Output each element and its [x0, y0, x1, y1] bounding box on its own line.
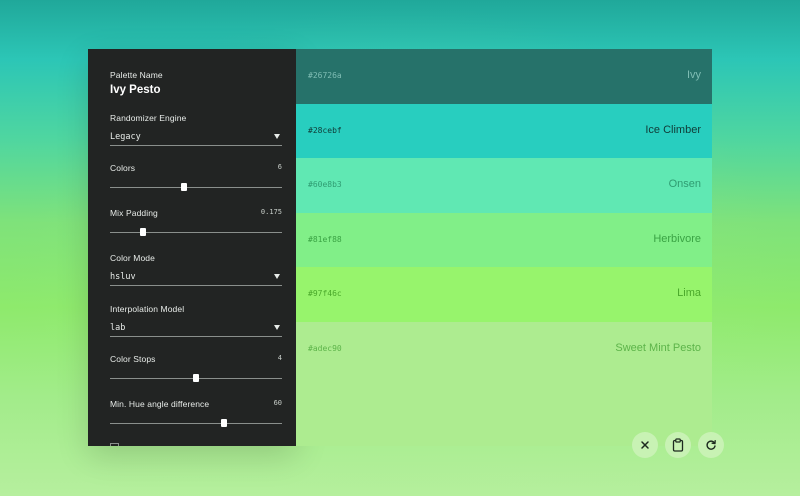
mix-padding-label: Mix Padding	[110, 208, 158, 218]
clipboard-icon	[672, 438, 684, 452]
swatch-name: Ice Climber	[645, 123, 701, 136]
randomizer-engine-label: Randomizer Engine	[110, 113, 187, 123]
chevron-down-icon	[274, 274, 280, 279]
copy-button[interactable]	[665, 432, 691, 458]
interpolation-model-select[interactable]: lab	[110, 320, 282, 337]
swatch[interactable]: #81ef88 Herbivore	[296, 212, 712, 268]
mix-padding-value: 0.175	[260, 208, 282, 216]
colors-field: Colors 6	[110, 163, 282, 193]
hue-angle-field: Min. Hue angle difference 60	[110, 399, 282, 429]
swatch-name: Herbivore	[653, 232, 701, 245]
palette-name[interactable]: Ivy Pesto	[110, 84, 282, 96]
palette-name-field[interactable]: Palette Name Ivy Pesto	[110, 70, 282, 96]
mix-padding-field: Mix Padding 0.175	[110, 208, 282, 238]
swatch-name: Ivy	[686, 69, 701, 81]
swatch[interactable]: #28cebf Ice Climber	[296, 103, 712, 159]
chevron-down-icon	[274, 134, 280, 139]
color-mode-value: hsluv	[110, 272, 136, 282]
randomizer-engine-value: Legacy	[110, 132, 141, 142]
randomizer-engine-select[interactable]: Legacy	[110, 129, 282, 146]
swatch-hex[interactable]: #81ef88	[308, 235, 342, 244]
chevron-down-icon	[274, 325, 280, 330]
slider-thumb[interactable]	[180, 183, 187, 191]
swatch-hex[interactable]: #28cebf	[308, 126, 342, 135]
swatch[interactable]: #60e8b3 Onsen	[296, 158, 712, 213]
swatch-hex[interactable]: #26726a	[308, 71, 342, 80]
refresh-button[interactable]	[698, 432, 724, 458]
swatch-name: Lima	[677, 287, 701, 300]
swatch-name: Sweet Mint Pesto	[615, 341, 701, 354]
randomizer-engine-field: Randomizer Engine Legacy	[110, 113, 282, 146]
color-stops-value: 4	[277, 354, 282, 362]
interpolation-model-label: Interpolation Model	[110, 304, 185, 314]
interpolation-model-field: Interpolation Model lab	[110, 304, 282, 337]
swatch[interactable]: #26726a Ivy	[296, 49, 712, 104]
slider-thumb[interactable]	[220, 419, 227, 427]
colors-label: Colors	[110, 163, 136, 173]
slider-thumb[interactable]	[193, 374, 199, 382]
slider-track	[110, 423, 282, 424]
swatch-hex[interactable]: #60e8b3	[308, 180, 342, 189]
colors-slider[interactable]	[110, 181, 282, 193]
interpolation-model-value: lab	[110, 323, 126, 333]
color-mode-select[interactable]: hsluv	[110, 269, 282, 286]
refresh-icon	[705, 439, 717, 451]
hue-angle-value: 60	[273, 399, 282, 407]
slider-track	[110, 187, 282, 188]
settings-panel: Palette Name Ivy Pesto Randomizer Engine…	[88, 49, 296, 446]
color-mode-label: Color Mode	[110, 253, 155, 263]
swatch-hex[interactable]: #adec90	[308, 344, 342, 353]
palette-swatches: #26726a Ivy #28cebf Ice Climber #60e8b3 …	[296, 49, 712, 446]
swatch[interactable]: #adec90 Sweet Mint Pesto	[296, 321, 712, 446]
hue-angle-label: Min. Hue angle difference	[110, 399, 210, 409]
slider-thumb[interactable]	[139, 228, 146, 236]
color-stops-slider[interactable]	[110, 372, 282, 384]
mix-padding-slider[interactable]	[110, 226, 282, 238]
swatch[interactable]: #97f46c Lima	[296, 267, 712, 322]
option-checkbox[interactable]	[110, 443, 119, 446]
colors-value: 6	[277, 163, 282, 171]
swatch-hex[interactable]: #97f46c	[308, 289, 342, 298]
slider-track	[110, 232, 282, 233]
close-button[interactable]	[632, 432, 658, 458]
color-stops-label: Color Stops	[110, 354, 156, 364]
swatch-name: Onsen	[668, 178, 701, 191]
close-icon	[640, 440, 650, 450]
hue-angle-slider[interactable]	[110, 417, 282, 429]
color-mode-field: Color Mode hsluv	[110, 253, 282, 286]
palette-name-label: Palette Name	[110, 70, 163, 80]
color-stops-field: Color Stops 4	[110, 354, 282, 384]
